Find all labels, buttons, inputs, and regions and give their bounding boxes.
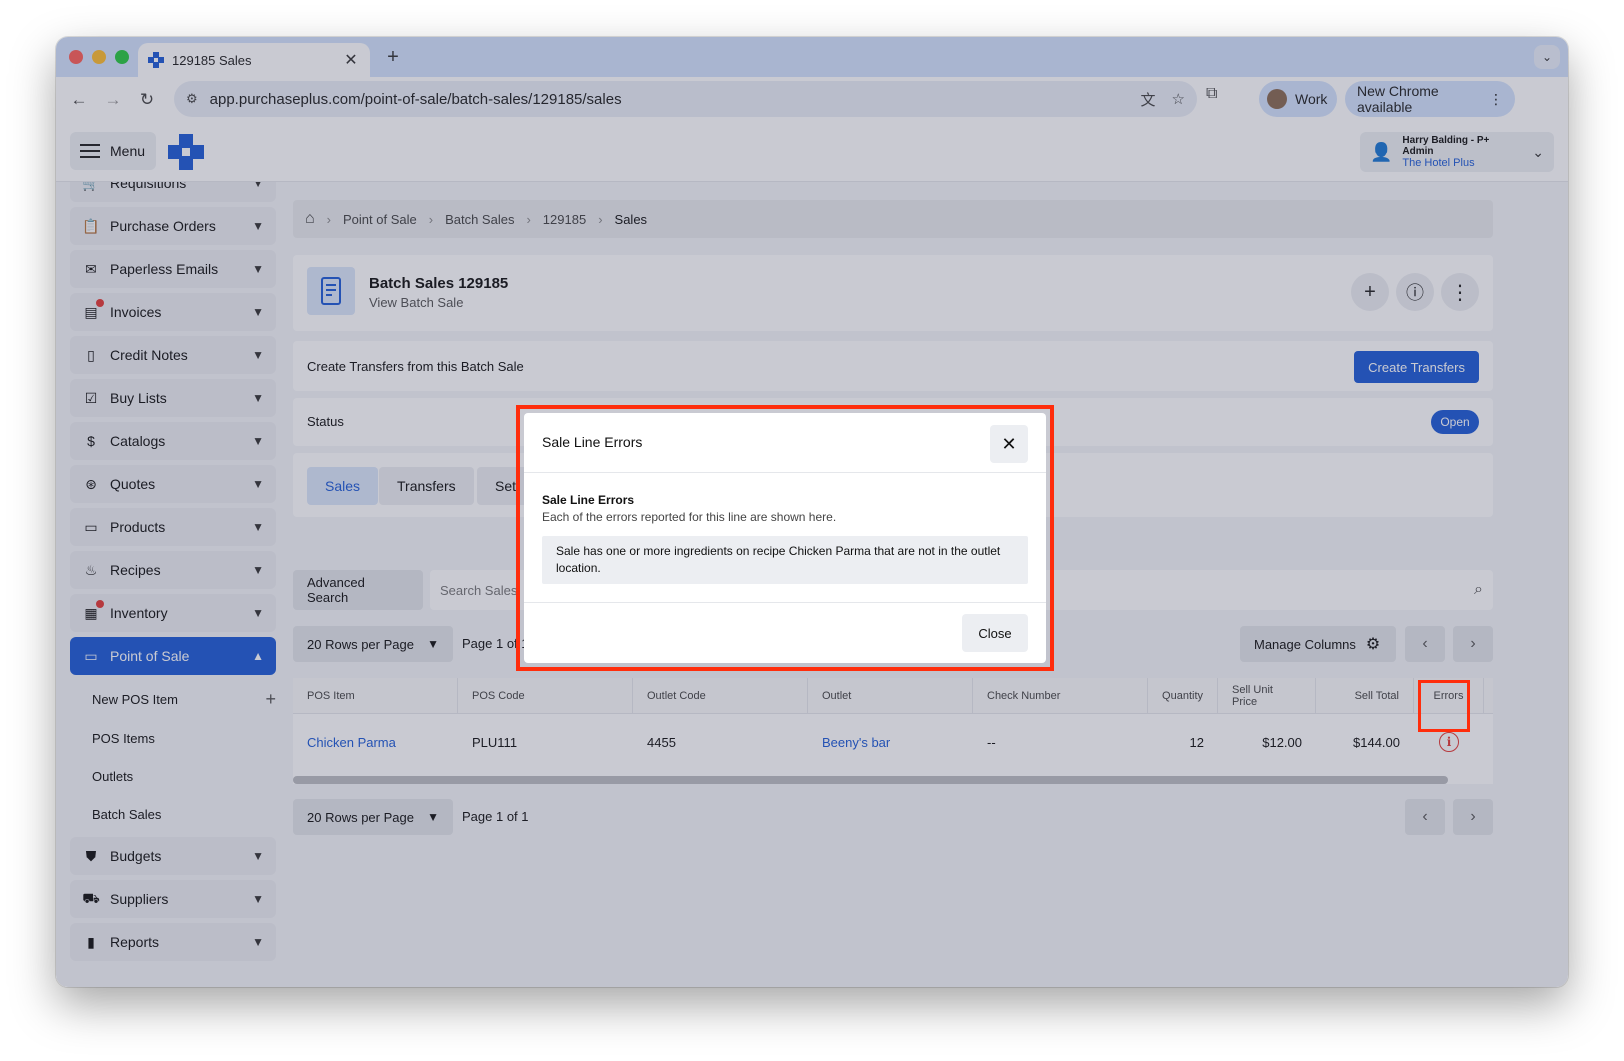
error-icon-highlight <box>1418 680 1470 732</box>
dialog-title: Sale Line Errors <box>542 434 643 450</box>
error-message: Sale has one or more ingredients on reci… <box>542 536 1028 584</box>
dialog-footer: Close <box>524 602 1046 663</box>
dialog-header: Sale Line Errors ✕ <box>524 413 1046 473</box>
dialog-section-description: Each of the errors reported for this lin… <box>542 510 837 524</box>
sale-line-errors-dialog: Sale Line Errors ✕ Sale Line Errors Each… <box>524 413 1046 663</box>
browser-window: 129185 Sales ✕ + ⌄ ← → ↻ ⚙ app.purchasep… <box>56 37 1568 987</box>
dialog-section-title: Sale Line Errors <box>542 493 635 507</box>
close-icon[interactable]: ✕ <box>990 425 1028 463</box>
close-button[interactable]: Close <box>962 614 1028 652</box>
